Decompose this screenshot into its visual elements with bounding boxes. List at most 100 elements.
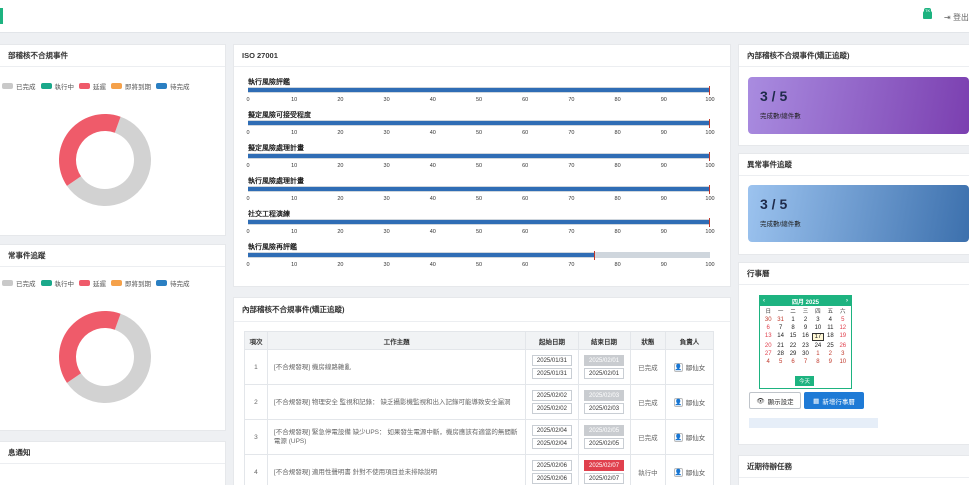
calendar-day[interactable]: 3 (812, 317, 824, 323)
calendar-day[interactable]: 16 (799, 333, 811, 341)
task-subject[interactable]: [不合規發現] 緊急停電設備 缺少UPS： 如果發生電源中斷，機房應該有適當的無… (266, 419, 527, 455)
calendar-day[interactable]: 26 (837, 343, 849, 349)
calendar-day[interactable]: 30 (762, 317, 774, 323)
calendar-day[interactable]: 8 (787, 325, 799, 331)
task-subject[interactable]: [不合規發現] 機房線路雜亂 (266, 349, 527, 385)
legend-item[interactable]: 執行中 (40, 81, 74, 91)
calendar-day[interactable]: 18 (824, 333, 836, 341)
calendar-day[interactable]: 6 (787, 359, 799, 365)
calendar-day[interactable]: 3 (837, 351, 849, 357)
legend-item[interactable]: 已完成 (2, 278, 36, 288)
calendar-day[interactable]: 9 (799, 325, 811, 331)
calendar-day[interactable]: 27 (762, 351, 774, 357)
add-event-button[interactable]: ▦ 新增行事曆 (804, 392, 864, 409)
table-row[interactable]: 1 [不合規發現] 機房線路雜亂 2025/01/31 2025/01/31 2025/… (244, 349, 714, 385)
start-date-input[interactable]: 2025/02/04 (531, 438, 572, 449)
calendar-day[interactable]: 2 (824, 351, 836, 357)
prev-month-button[interactable]: ‹ (763, 298, 765, 304)
legend-item[interactable]: 即將到期 (111, 278, 151, 288)
calendar-day[interactable]: 29 (787, 351, 799, 357)
end-date-input[interactable]: 2025/02/05 (584, 438, 625, 449)
iso-tick-label: 40 (429, 229, 436, 235)
owner[interactable]: 👤 鄒仙女 (673, 432, 705, 442)
task-subject[interactable]: [不合規發現] 適用性聲明書 針對不使用項目並未排除說明 (266, 454, 527, 485)
legend-item[interactable]: 待完成 (156, 278, 190, 288)
iso-tick-label: 10 (291, 196, 298, 202)
anomaly-stat-card[interactable]: 3 / 5 完成數/總件數 (748, 185, 969, 242)
start-date-input[interactable]: 2025/02/04 (531, 425, 572, 436)
table-row[interactable]: 3 [不合規發現] 緊急停電設備 缺少UPS： 如果發生電源中斷，機房應該有適當的… (244, 419, 714, 455)
calendar-day[interactable]: 13 (762, 333, 774, 341)
iso-progress-bar (248, 154, 710, 158)
donut-slice[interactable] (59, 114, 121, 186)
legend-item[interactable]: 延遲 (79, 81, 106, 91)
calendar-day[interactable]: 30 (799, 351, 811, 357)
calendar-day[interactable]: 23 (799, 343, 811, 349)
calendar-day[interactable]: 19 (837, 333, 849, 341)
panel-title: 內部稽核不合規事件(矯正追蹤) (234, 298, 730, 322)
calendar-day[interactable]: 1 (787, 317, 799, 323)
panel-title: 近期待辦任務 (739, 456, 969, 478)
owner[interactable]: 👤 鄒仙女 (673, 397, 705, 407)
calendar-day[interactable]: 12 (837, 325, 849, 331)
start-date-input[interactable]: 2025/02/06 (531, 460, 572, 471)
audit-stat-card[interactable]: 3 / 5 完成數/總件數 (748, 77, 969, 134)
calendar-day[interactable]: 4 (824, 317, 836, 323)
status-cell: 執行中 (629, 454, 667, 485)
show-settings-button[interactable]: 👁 顯示設定 (749, 392, 801, 409)
stat-value: 3 / 5 (760, 88, 788, 104)
legend-item[interactable]: 即將到期 (111, 81, 151, 91)
column-header: 起始日期 (525, 331, 579, 350)
legend-item[interactable]: 待完成 (156, 81, 190, 91)
calendar-day[interactable]: 21 (774, 343, 786, 349)
calendar-day[interactable]: 7 (799, 359, 811, 365)
table-row[interactable]: 2 [不合規發現] 物理安全 監視和記錄： 缺乏攝影機監視和出入記錄可能導致安全漏… (244, 384, 714, 420)
calendar-day[interactable]: 10 (837, 359, 849, 365)
legend-item[interactable]: 執行中 (40, 278, 74, 288)
calendar-day[interactable]: 14 (774, 333, 786, 341)
calendar-day[interactable]: 7 (774, 325, 786, 331)
start-date-input[interactable]: 2025/02/06 (531, 473, 572, 484)
calendar-day[interactable]: 8 (812, 359, 824, 365)
calendar-day[interactable]: 24 (812, 343, 824, 349)
task-subject[interactable]: [不合規發現] 物理安全 監視和記錄： 缺乏攝影機監視和出入記錄可能導致安全漏洞 (266, 384, 527, 420)
calendar-day[interactable]: 11 (824, 325, 836, 331)
calendar-day[interactable]: 9 (824, 359, 836, 365)
legend-item[interactable]: 已完成 (2, 81, 36, 91)
calendar-month-label[interactable]: 四月 2025 (792, 297, 819, 306)
start-date-input[interactable]: 2025/01/31 (531, 368, 572, 379)
owner[interactable]: 👤 鄒仙女 (673, 362, 705, 372)
start-date-input[interactable]: 2025/02/02 (531, 390, 572, 401)
start-date-input[interactable]: 2025/01/31 (531, 355, 572, 366)
iso-tick-label: 60 (522, 262, 529, 268)
end-date-input[interactable]: 2025/02/07 (584, 473, 625, 484)
calendar-day[interactable]: 15 (787, 333, 799, 341)
donut-slice[interactable] (59, 311, 121, 383)
chart-legend: 已完成 執行中 延遲 即將到期 待完成 (2, 278, 190, 288)
calendar-day[interactable]: 25 (824, 343, 836, 349)
calendar-day[interactable]: 22 (787, 343, 799, 349)
iso-progress-bar (248, 187, 710, 191)
legend-item[interactable]: 延遲 (79, 278, 106, 288)
user-icon: 👤 (673, 397, 683, 407)
table-row[interactable]: 4 [不合規發現] 適用性聲明書 針對不使用項目並未排除說明 2025/02/06 2… (244, 454, 714, 485)
calendar-day[interactable]: 2 (799, 317, 811, 323)
end-date-input[interactable]: 2025/02/01 (584, 368, 625, 379)
calendar-day[interactable]: 5 (774, 359, 786, 365)
owner[interactable]: 👤 鄒仙女 (673, 467, 705, 477)
calendar-day[interactable]: 1 (812, 351, 824, 357)
calendar-day[interactable]: 10 (812, 325, 824, 331)
calendar-day[interactable]: 5 (837, 317, 849, 323)
calendar-day[interactable]: 31 (774, 317, 786, 323)
calendar-day[interactable]: 4 (762, 359, 774, 365)
end-date-input[interactable]: 2025/02/03 (584, 403, 625, 414)
calendar-day[interactable]: 17 (811, 333, 825, 341)
start-date-input[interactable]: 2025/02/02 (531, 403, 572, 414)
next-month-button[interactable]: › (846, 298, 848, 304)
logout-link[interactable]: ⇥ 登出 (944, 12, 969, 23)
bell-icon[interactable]: TK (922, 8, 933, 20)
calendar-day[interactable]: 20 (762, 343, 774, 349)
today-button[interactable]: 今天 (795, 376, 815, 386)
calendar-day[interactable]: 28 (774, 351, 786, 357)
calendar-day[interactable]: 6 (762, 325, 774, 331)
